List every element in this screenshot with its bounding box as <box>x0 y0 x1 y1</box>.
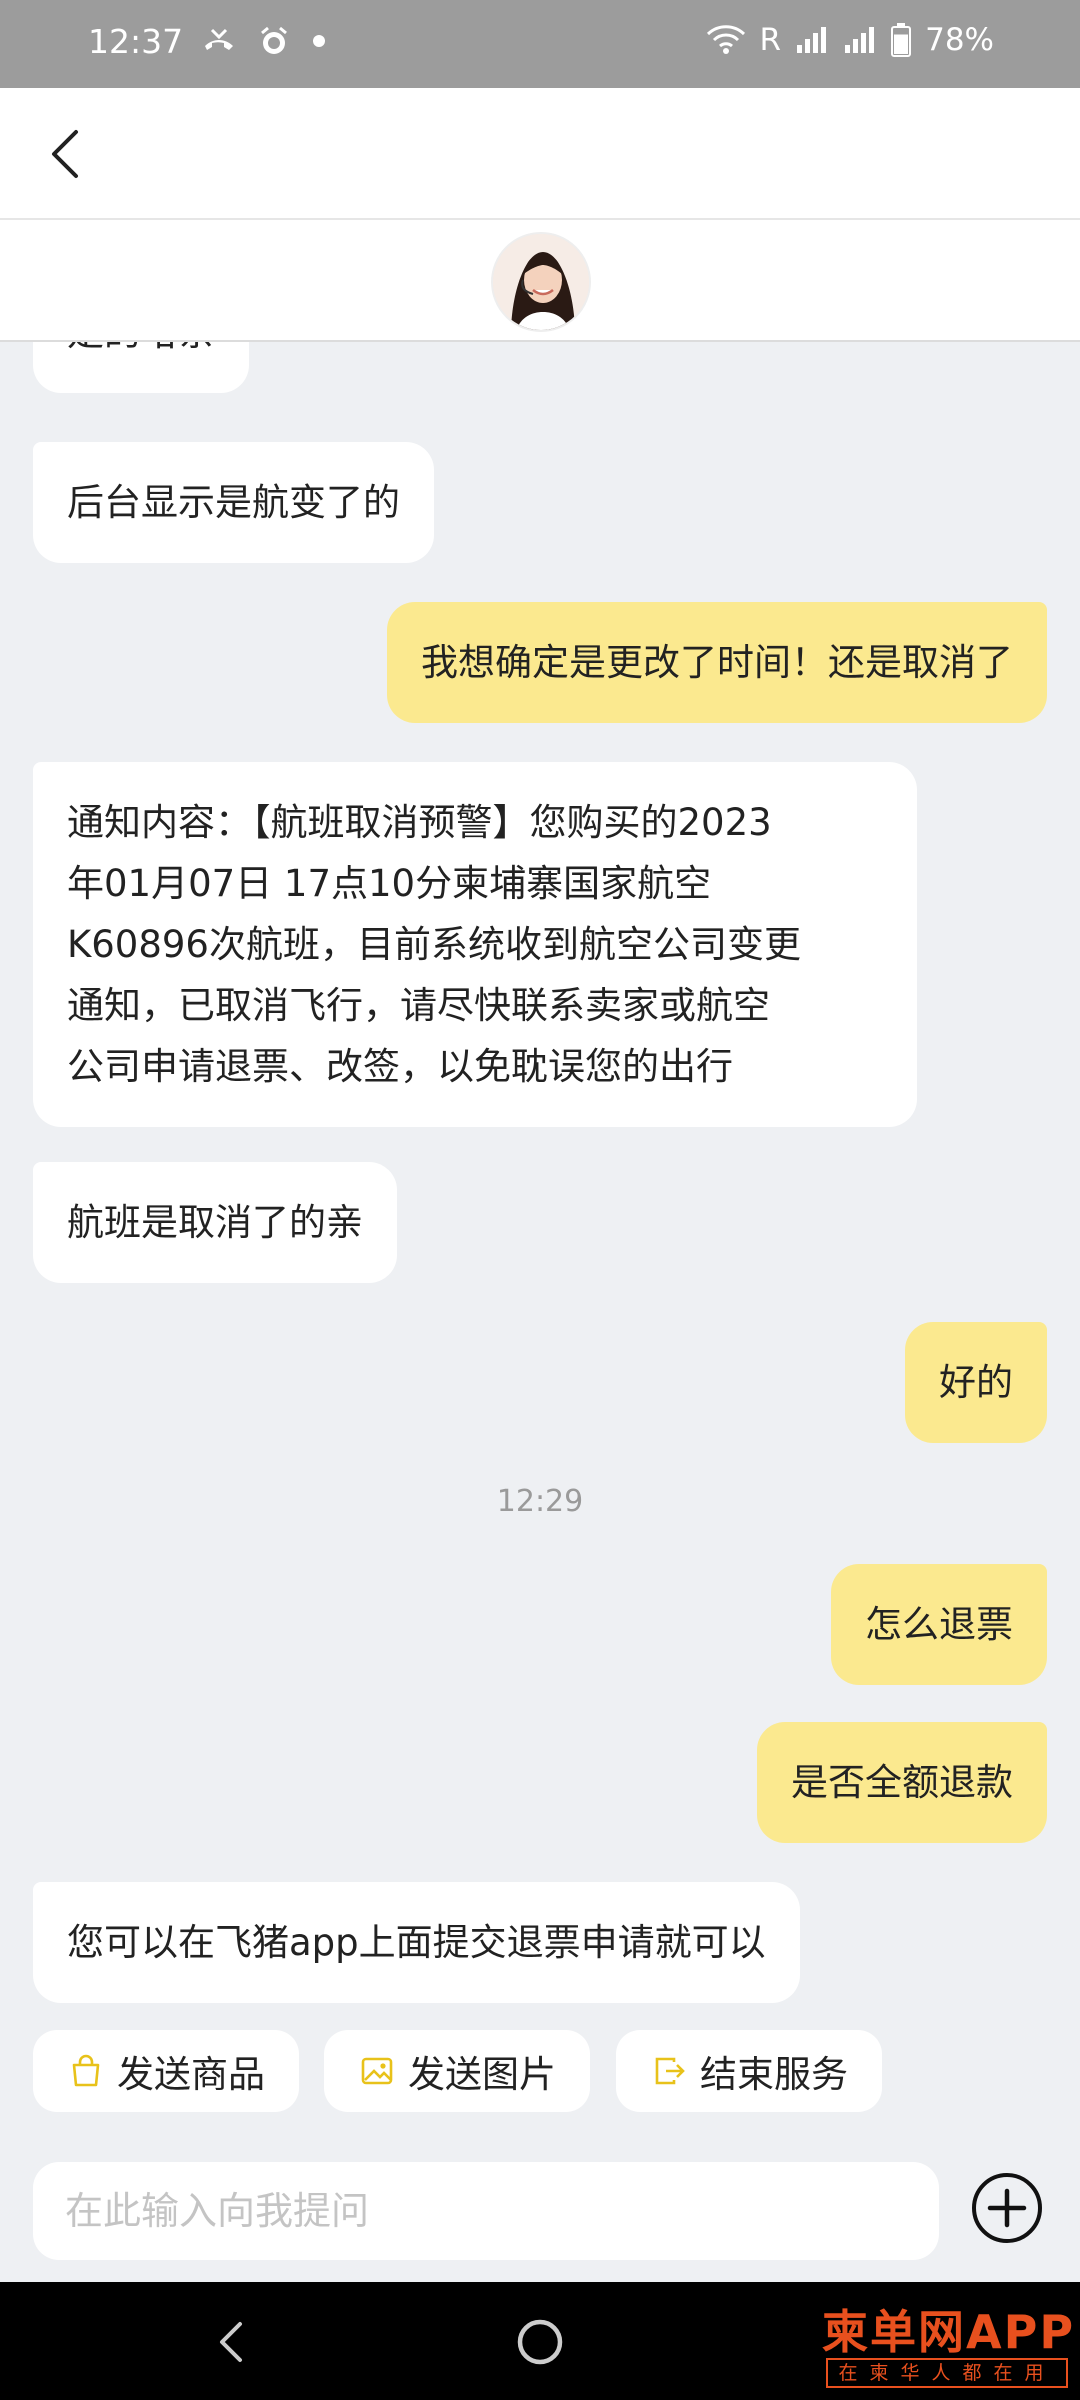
incoming-message: 是的哈亲 <box>33 342 249 393</box>
nav-home-icon[interactable] <box>514 2316 566 2368</box>
send-image-label: 发送图片 <box>408 2053 556 2096</box>
signal-icon-2 <box>845 27 875 53</box>
dot-icon <box>313 35 325 47</box>
message-input[interactable] <box>33 2162 939 2260</box>
roaming-indicator: R <box>759 22 782 58</box>
exit-icon <box>655 2057 685 2085</box>
battery-icon <box>891 23 912 57</box>
watermark-sub: 在柬华人都在用 <box>826 2358 1068 2388</box>
incoming-message: 航班是取消了的亲 <box>33 1162 397 1283</box>
back-arrow-icon[interactable] <box>38 124 98 184</box>
incoming-message: 您可以在飞猪app上面提交退票申请就可以 <box>33 1882 800 2003</box>
missed-call-icon <box>205 28 233 50</box>
status-bar: 12:37 R 78% <box>0 0 1080 88</box>
battery-percent: 78% <box>925 22 994 58</box>
system-nav-bar: 柬单网APP 在柬华人都在用 <box>0 2282 1080 2400</box>
top-nav <box>0 88 1080 220</box>
shopping-bag-icon <box>72 2054 100 2087</box>
outgoing-message: 是否全额退款 <box>757 1722 1047 1843</box>
image-icon <box>361 2057 393 2085</box>
status-time: 12:37 <box>88 22 184 61</box>
watermark-logo: 柬单网APP 在柬华人都在用 <box>822 2296 1076 2392</box>
wifi-icon <box>706 25 745 54</box>
alarm-icon <box>261 26 287 54</box>
send-product-label: 发送商品 <box>117 2053 265 2096</box>
signal-icon <box>797 27 827 53</box>
end-service-button[interactable]: 结束服务 <box>616 2030 882 2112</box>
input-row <box>0 2134 1080 2282</box>
outgoing-message: 我想确定是更改了时间！还是取消了 <box>387 602 1047 723</box>
plus-icon[interactable] <box>970 2171 1044 2245</box>
end-service-label: 结束服务 <box>700 2053 848 2096</box>
notification-icons <box>202 24 326 58</box>
agent-avatar-icon[interactable] <box>491 232 591 332</box>
outgoing-message: 好的 <box>905 1322 1047 1443</box>
send-image-button[interactable]: 发送图片 <box>324 2030 590 2112</box>
agent-header <box>0 220 1080 342</box>
incoming-message: 通知内容：【航班取消预警】您购买的2023 年01月07日 17点10分柬埔寨国… <box>33 762 917 1127</box>
chat-area[interactable]: 是的哈亲 后台显示是航变了的 我想确定是更改了时间！还是取消了 通知内容：【航班… <box>0 342 1080 2004</box>
nav-back-icon[interactable] <box>206 2314 262 2370</box>
status-right: R 78% <box>706 22 994 58</box>
send-product-button[interactable]: 发送商品 <box>33 2030 299 2112</box>
watermark-main: 柬单网APP <box>822 2305 1076 2359</box>
outgoing-message: 怎么退票 <box>831 1564 1047 1685</box>
quick-actions-bar: 发送商品 发送图片 结束服务 <box>0 2004 1080 2134</box>
time-separator: 12:29 <box>496 1484 584 1519</box>
incoming-message: 后台显示是航变了的 <box>33 442 434 563</box>
